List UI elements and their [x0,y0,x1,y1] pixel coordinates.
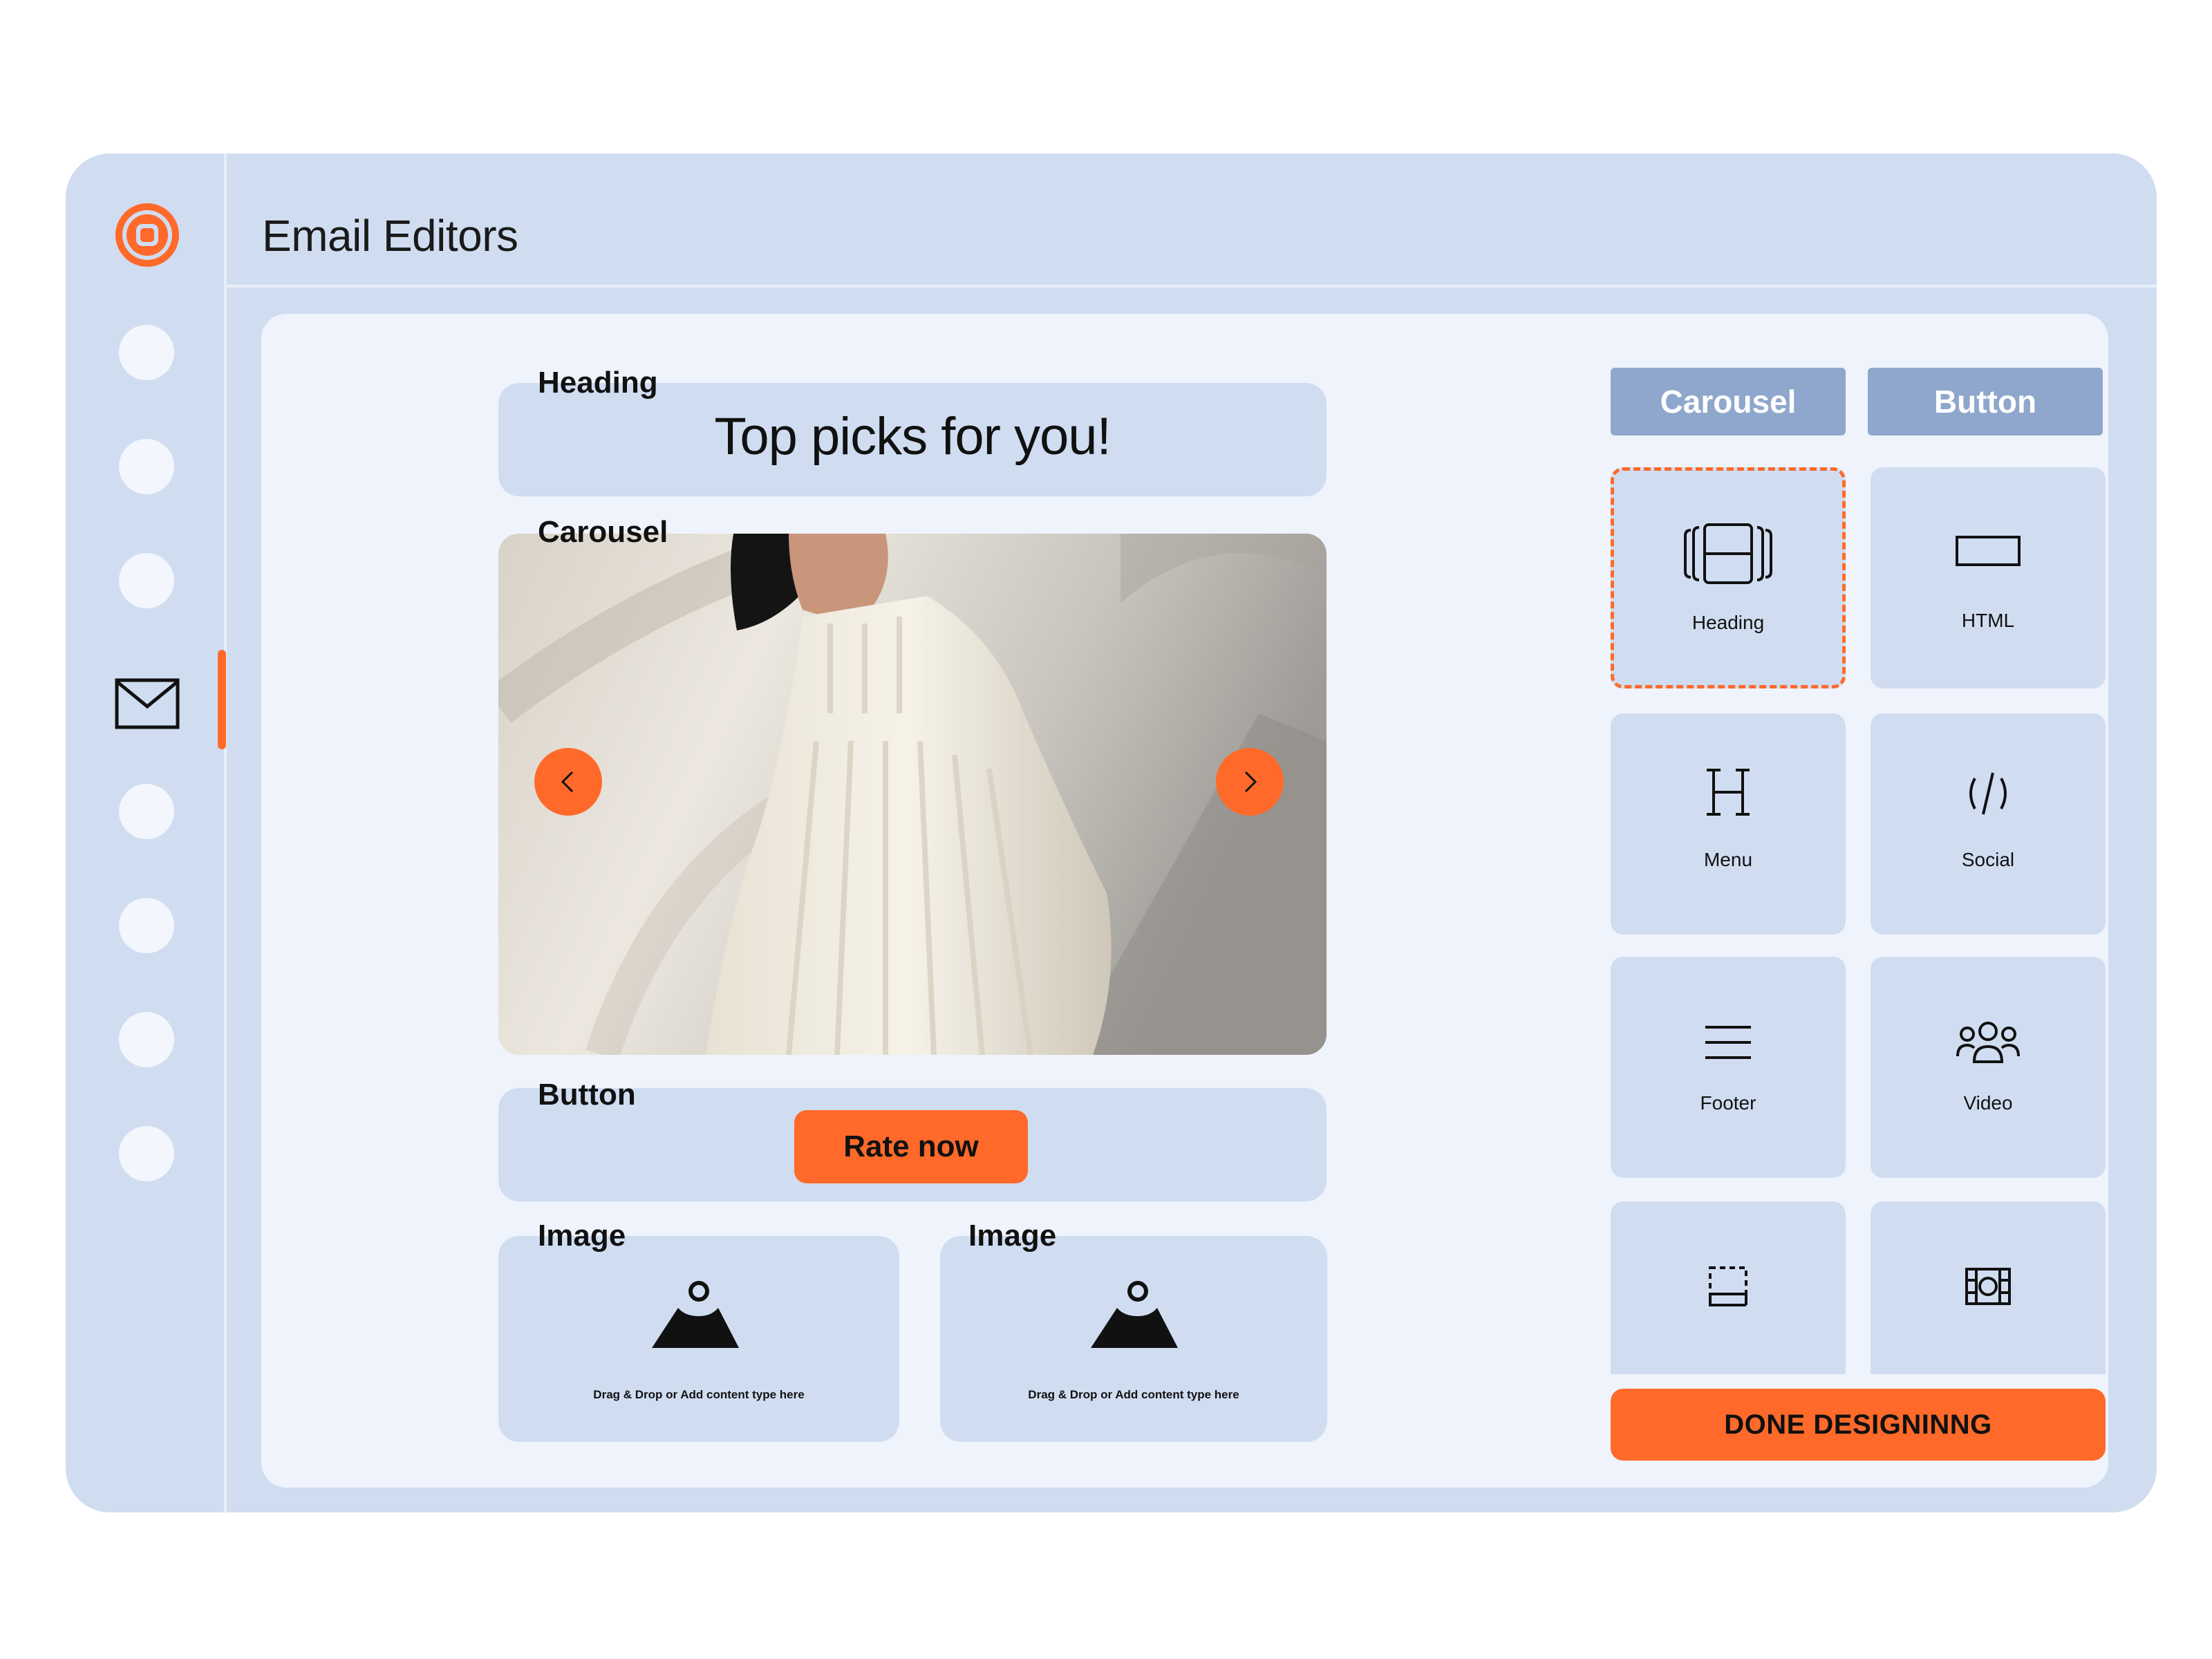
email-editor-app: Email Editors Top picks for you! Heading [66,153,2157,1512]
video-film-icon [1965,1268,2011,1305]
tile-video[interactable]: Video [1871,957,2106,1178]
editor-canvas: Top picks for you! Heading Carousel Rate… [261,314,2108,1488]
button-block-label: Button [538,1078,636,1112]
rate-now-button[interactable]: Rate now [794,1110,1028,1183]
heading-text[interactable]: Top picks for you! [498,402,1327,471]
tile-label: Footer [1700,1092,1756,1114]
people-icon [1956,1022,2020,1063]
carousel-icon [1684,523,1772,584]
image-placeholder-icon [1091,1281,1178,1348]
carousel-block[interactable] [498,534,1327,1055]
tile-social[interactable]: Social [1871,713,2106,935]
sidebar-divider [224,153,227,1512]
menu-lines-icon [1705,1026,1751,1059]
carousel-image [498,534,1327,1055]
tile-video-block[interactable] [1871,1201,2106,1374]
image-placeholder-text: Drag & Drop or Add content type here [593,1388,805,1401]
carousel-prev-button[interactable] [534,748,602,816]
image-block-1[interactable]: Drag & Drop or Add content type here [498,1236,899,1442]
heading-block-label: Heading [538,366,658,400]
tile-label: Social [1961,849,2015,870]
tab-carousel[interactable]: Carousel [1611,368,1846,435]
sidebar-item-2[interactable] [119,439,174,494]
tile-footer[interactable]: Footer [1611,957,1846,1178]
image-placeholder-icon [652,1281,739,1348]
image-placeholder-text: Drag & Drop or Add content type here [1028,1388,1239,1401]
logo-icon [115,203,179,267]
done-designing-button[interactable]: DONE DESIGNINNG [1611,1389,2106,1461]
tab-button[interactable]: Button [1868,368,2103,435]
footer-icon [1709,1266,1747,1306]
image-block-2[interactable]: Drag & Drop or Add content type here [940,1236,1327,1442]
mail-icon[interactable] [114,677,180,730]
tile-label: Video [1963,1092,2013,1114]
active-nav-indicator [218,650,226,749]
tile-label: Heading [1691,612,1765,633]
tile-heading[interactable]: Heading [1611,467,1846,688]
tile-menu[interactable]: Menu [1611,713,1846,935]
tile-label: Menu [1703,849,1753,870]
sidebar-item-1[interactable] [119,325,174,380]
sidebar-item-5[interactable] [119,784,174,839]
carousel-next-button[interactable] [1216,748,1284,816]
button-rect-icon [1956,536,2021,566]
heading-h-icon [1707,769,1750,816]
tile-html[interactable]: HTML [1871,467,2106,688]
header-divider [227,285,2157,288]
image-block-1-label: Image [538,1219,626,1253]
sidebar-item-8[interactable] [119,1126,174,1181]
page-title: Email Editors [262,211,518,261]
tile-footer-block[interactable] [1611,1201,1846,1374]
carousel-block-label: Carousel [538,515,668,549]
tile-label: HTML [1961,610,2015,631]
image-block-2-label: Image [968,1219,1057,1253]
code-icon [1969,772,2007,815]
chevron-right-icon [1244,771,1257,793]
sidebar-item-6[interactable] [119,898,174,953]
sidebar-item-3[interactable] [119,553,174,608]
chevron-left-icon [561,771,574,793]
sidebar-item-7[interactable] [119,1012,174,1067]
